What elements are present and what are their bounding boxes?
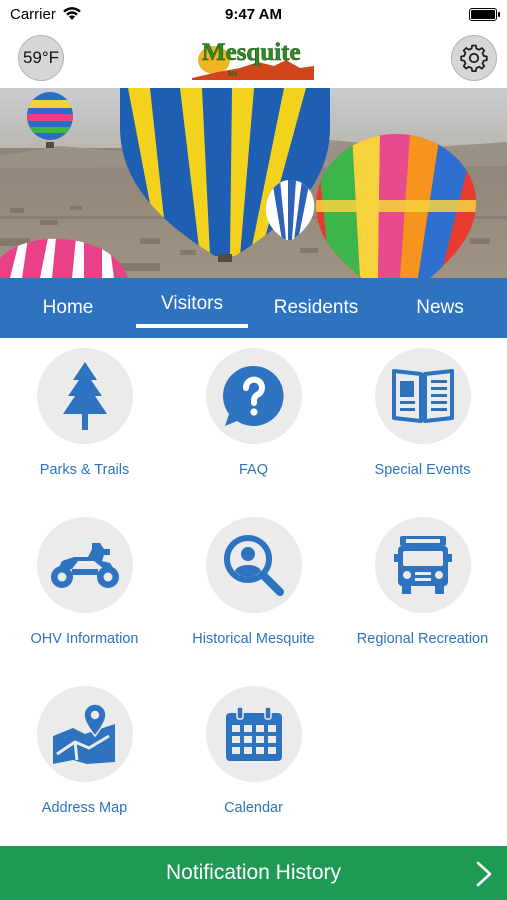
tab-residents[interactable]: Residents: [252, 278, 380, 338]
question-bubble-icon: [222, 365, 284, 426]
calendar-icon: [225, 706, 282, 761]
tile-icon-circle: [374, 517, 471, 613]
svg-text:NV: NV: [228, 71, 238, 78]
chevron-right-icon: [476, 861, 492, 887]
svg-text:Mesquite: Mesquite: [202, 39, 301, 66]
magnifier-person-icon: [223, 535, 284, 596]
visitors-grid: Parks & Trails FAQ Special Events OHV In…: [0, 338, 507, 846]
tab-home[interactable]: Home: [0, 278, 136, 338]
tile-ohv-information[interactable]: OHV Information: [0, 507, 169, 676]
tile-label: Address Map: [41, 800, 128, 816]
tree-icon: [62, 362, 107, 430]
mesquite-logo: Mesquite NV: [192, 39, 314, 80]
notification-history-button[interactable]: Notification History: [0, 846, 507, 900]
app-header: 59°F Mesquite NV: [0, 28, 507, 88]
map-pin-icon: [52, 703, 115, 764]
tile-icon-circle: [205, 686, 302, 782]
tile-parks-trails[interactable]: Parks & Trails: [0, 338, 169, 507]
tab-bar: Home Visitors Residents News: [0, 278, 507, 338]
atv-icon: [50, 543, 119, 588]
status-bar: Carrier 9:47 AM: [0, 0, 507, 28]
tile-special-events[interactable]: Special Events: [338, 338, 507, 507]
tile-label: Calendar: [224, 800, 283, 816]
tile-regional-recreation[interactable]: Regional Recreation: [338, 507, 507, 676]
tile-icon-circle: [36, 348, 133, 444]
tile-address-map[interactable]: Address Map: [0, 676, 169, 845]
tile-label: Regional Recreation: [356, 631, 489, 647]
rv-icon: [393, 536, 452, 594]
status-left: Carrier: [10, 6, 82, 23]
tile-calendar[interactable]: Calendar: [169, 676, 338, 845]
settings-button[interactable]: [451, 35, 497, 81]
tile-label: Special Events: [374, 462, 471, 478]
tile-icon-circle: [36, 517, 133, 613]
tile-label: FAQ: [238, 462, 268, 478]
wifi-icon: [63, 7, 81, 20]
tile-historical-mesquite[interactable]: Historical Mesquite: [169, 507, 338, 676]
hot-air-balloons-image: [0, 88, 507, 278]
tab-news[interactable]: News: [380, 278, 500, 338]
tile-label: Parks & Trails: [39, 462, 130, 478]
carrier-label: Carrier: [10, 5, 56, 23]
tile-faq[interactable]: FAQ: [169, 338, 338, 507]
active-tab-indicator: [136, 324, 248, 328]
tile-label: Historical Mesquite: [192, 631, 315, 647]
hero-banner: [0, 88, 507, 278]
battery-icon: [469, 7, 500, 21]
notification-history-label: Notification History: [165, 861, 342, 884]
tile-icon-circle: [374, 348, 471, 444]
tile-icon-circle: [205, 517, 302, 613]
temperature-badge[interactable]: 59°F: [18, 35, 64, 81]
gear-icon: [460, 44, 488, 72]
newspaper-icon: [391, 369, 454, 423]
tile-icon-circle: [36, 686, 133, 782]
tile-label: OHV Information: [30, 631, 139, 647]
tile-icon-circle: [205, 348, 302, 444]
